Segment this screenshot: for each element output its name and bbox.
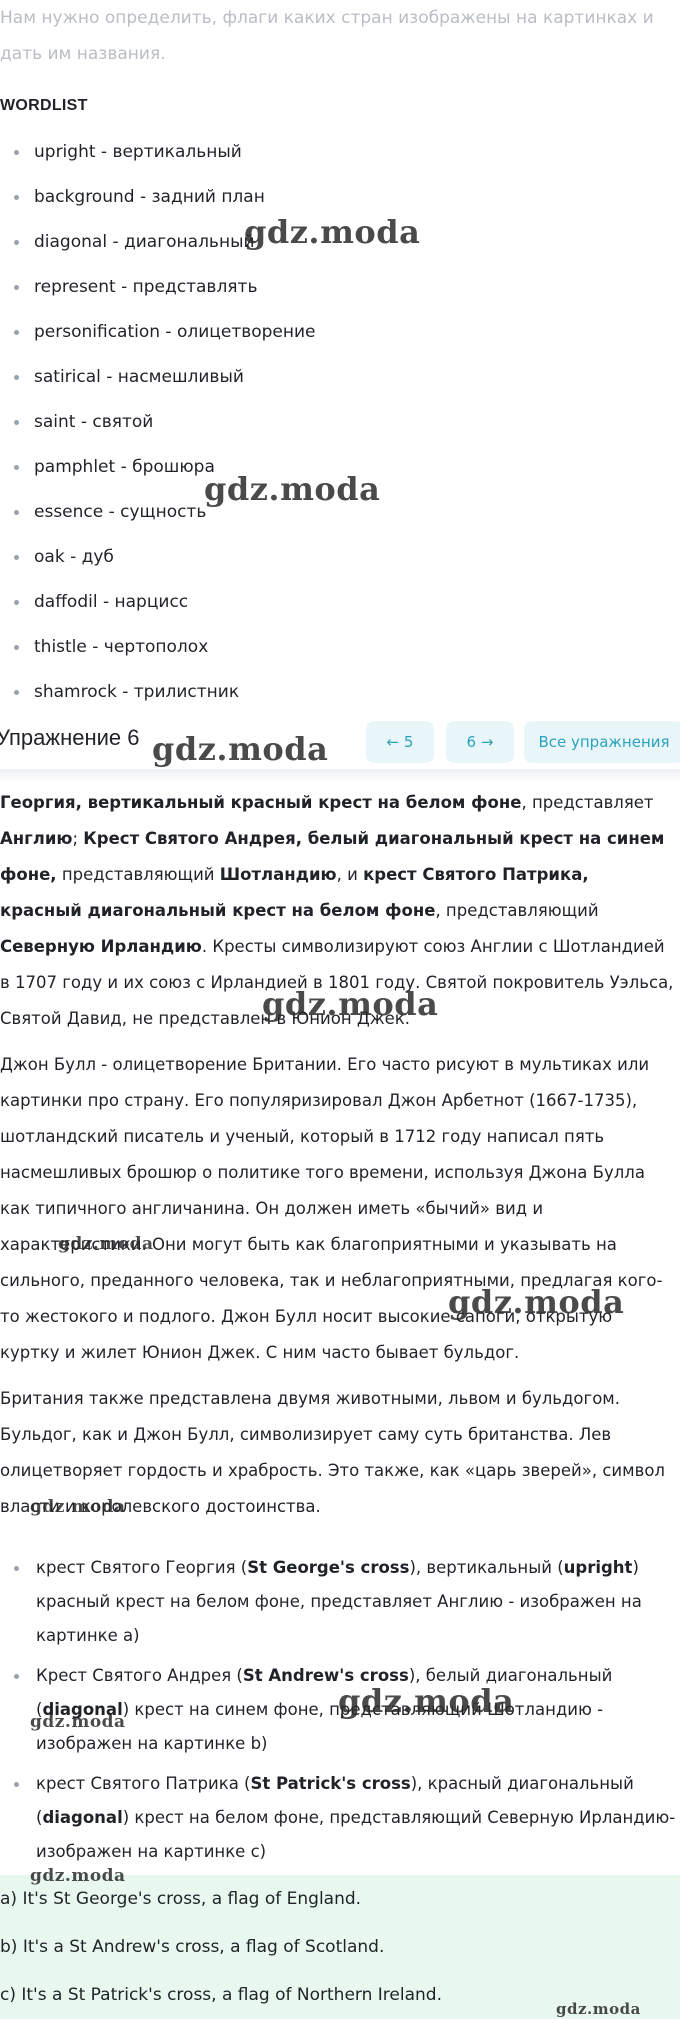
watermark: gdz.moda	[244, 213, 421, 251]
watermark: gdz.moda	[58, 1234, 154, 1254]
list-item: satirical - насмешливый	[14, 355, 680, 400]
bold-phrase: upright	[563, 1558, 633, 1577]
watermark: gdz.moda	[448, 1283, 625, 1321]
watermark: gdz.moda	[30, 1712, 126, 1732]
bold-phrase: St Patrick's cross	[250, 1774, 411, 1793]
wordlist-title: WORDLIST	[0, 97, 88, 114]
answer-line: b) It's a St Andrew's cross, a flag of S…	[0, 1937, 385, 1957]
prev-exercise-button[interactable]: ← 5	[366, 721, 434, 763]
paragraph-john-bull: Джон Булл - олицетворение Британии. Его …	[0, 1055, 663, 1362]
bold-phrase: Англию	[0, 829, 73, 848]
text-run: Крест Святого Андрея (	[36, 1666, 243, 1685]
text-run: ), вертикальный (	[409, 1558, 564, 1577]
bold-phrase: Георгия, вертикальный красный крест на б…	[0, 793, 522, 812]
text-run: представляющий	[56, 865, 220, 884]
watermark: gdz.moda	[556, 2000, 641, 2018]
intro-text: Нам нужно определить, флаги каких стран …	[0, 8, 654, 64]
bold-phrase: St George's cross	[247, 1558, 410, 1577]
text-run: , представляет	[521, 793, 654, 812]
text-run: , и	[336, 865, 364, 884]
text-run: крест Святого Патрика (	[36, 1774, 251, 1793]
watermark: gdz.moda	[262, 985, 439, 1023]
list-item: represent - представлять	[14, 265, 680, 310]
list-item: shamrock - трилистник	[14, 670, 680, 715]
watermark: gdz.moda	[30, 1497, 126, 1517]
next-exercise-button[interactable]: 6 →	[446, 721, 514, 763]
list-item: крест Святого Георгия (St George's cross…	[14, 1551, 680, 1653]
list-item: saint - святой	[14, 400, 680, 445]
page: Нам нужно определить, флаги каких стран …	[0, 0, 680, 2019]
all-exercises-button[interactable]: Все упражнения	[524, 721, 680, 763]
text-run: ) крест на белом фоне, представляющий Се…	[36, 1808, 676, 1861]
list-item: thistle - чертополох	[14, 625, 680, 670]
bold-phrase: diagonal	[42, 1808, 123, 1827]
final-answers: a) It's St George's cross, a flag of Eng…	[0, 1875, 680, 2019]
watermark: gdz.moda	[204, 470, 381, 508]
list-item: daffodil - нарцисс	[14, 580, 680, 625]
exercise-header: Упражнение 6 ← 5 6 → Все упражнения	[0, 715, 680, 785]
text-run: крест Святого Георгия (	[36, 1558, 248, 1577]
bold-phrase: Шотландию	[219, 865, 337, 884]
watermark: gdz.moda	[30, 1866, 126, 1886]
bold-phrase: Северную Ирландию	[0, 937, 202, 956]
watermark: gdz.moda	[152, 730, 329, 768]
list-item: personification - олицетворение	[14, 310, 680, 355]
text-run: , представляющий	[435, 901, 599, 920]
list-item: oak - дуб	[14, 535, 680, 580]
header-shadow	[0, 769, 680, 783]
list-item: крест Святого Патрика (St Patrick's cros…	[14, 1767, 680, 1869]
list-item: upright - вертикальный	[14, 130, 680, 175]
exercise-title: Упражнение 6	[0, 725, 140, 750]
watermark: gdz.moda	[338, 1682, 515, 1720]
text-run: ;	[72, 829, 84, 848]
